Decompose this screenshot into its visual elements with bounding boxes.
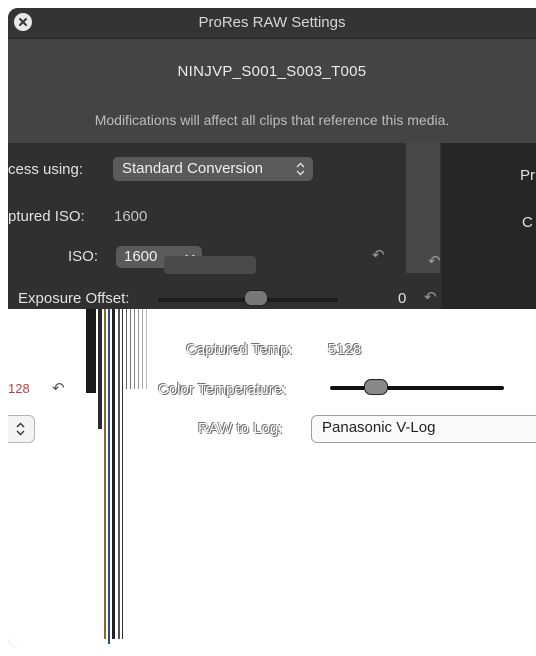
iso-value: 1600 bbox=[124, 248, 158, 265]
iso-reset-icon[interactable]: ↶ bbox=[372, 246, 385, 264]
window-title: ProRes RAW Settings bbox=[198, 14, 346, 31]
raw-to-log-popup[interactable]: Panasonic V-Log bbox=[311, 415, 536, 443]
iso-label: ISO: bbox=[68, 248, 99, 265]
process-using-popup[interactable]: Standard Conversion bbox=[113, 157, 313, 181]
iso-popup-ghost bbox=[164, 256, 256, 274]
exposure-offset-value: 0 bbox=[398, 290, 407, 307]
iso-reset-icon-ghost: ↶ bbox=[428, 253, 441, 270]
updown-chevron-icon bbox=[16, 422, 25, 436]
left-temp-value: 128 bbox=[8, 381, 30, 396]
captured-iso-label: ptured ISO: bbox=[8, 208, 85, 225]
color-temperature-label: Color Temperature: bbox=[158, 381, 287, 398]
info-text: Modifications will affect all clips that… bbox=[94, 112, 450, 128]
exposure-slider-knob[interactable] bbox=[244, 290, 268, 306]
raw-to-log-label: RAW to Log: bbox=[198, 420, 283, 437]
updown-chevron-icon bbox=[296, 162, 305, 176]
captured-temp-value: 5128 bbox=[328, 341, 362, 358]
color-temperature-slider-track[interactable] bbox=[330, 386, 504, 390]
prores-raw-settings-window: ProRes RAW Settings NINJVP_S001_S003_T00… bbox=[8, 8, 536, 648]
left-reset-icon[interactable]: ↶ bbox=[52, 379, 65, 397]
right-label-cut-1: Pr bbox=[520, 167, 535, 184]
title-bar: ProRes RAW Settings bbox=[8, 8, 536, 39]
exposure-offset-label: Exposure Offset: bbox=[18, 290, 130, 307]
captured-temp-label: Captured Temp: bbox=[186, 341, 293, 358]
raw-to-log-value: Panasonic V-Log bbox=[322, 419, 436, 436]
left-popup-stepper[interactable] bbox=[8, 415, 35, 443]
exposure-reset-icon[interactable]: ↶ bbox=[424, 288, 437, 306]
captured-iso-value: 1600 bbox=[114, 208, 148, 225]
clip-name: NINJVP_S001_S003_T005 bbox=[177, 63, 367, 80]
right-label-cut-2: C bbox=[522, 214, 533, 231]
process-using-value: Standard Conversion bbox=[122, 160, 263, 177]
lower-settings-area: Captured Temp: 5128 128 ↶ Color Temperat… bbox=[8, 309, 536, 648]
clip-header: NINJVP_S001_S003_T005 Modifications will… bbox=[8, 39, 536, 143]
process-using-label: cess using: bbox=[8, 161, 84, 178]
render-artifact-bars bbox=[86, 309, 147, 644]
color-temperature-slider-knob[interactable] bbox=[364, 379, 388, 395]
right-settings-panel: Pr C bbox=[442, 143, 536, 309]
